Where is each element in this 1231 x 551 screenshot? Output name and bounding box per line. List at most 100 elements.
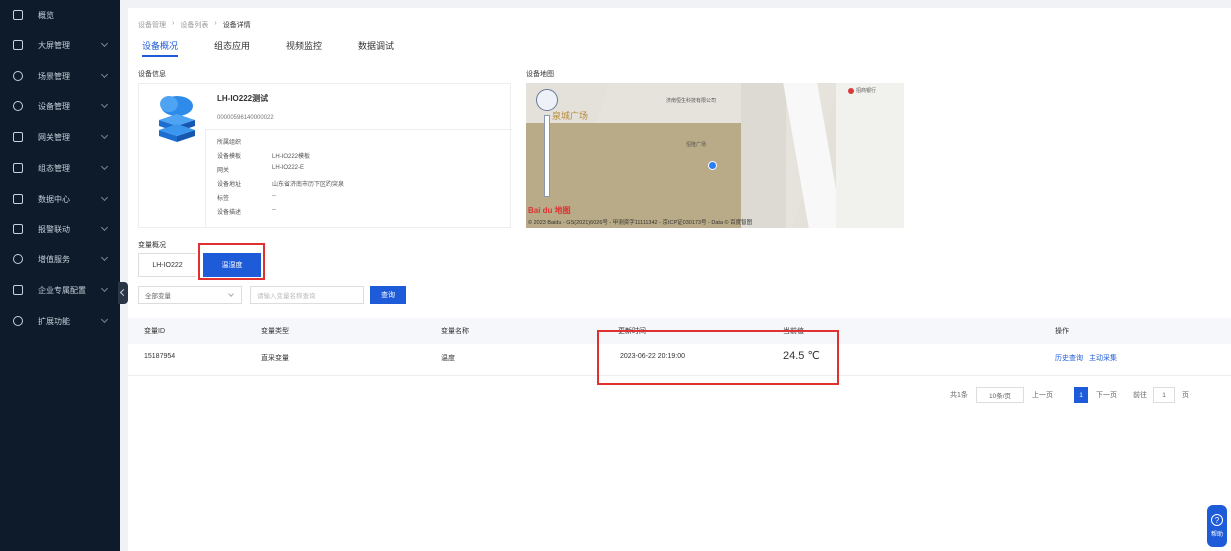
variable-device-chip[interactable]: LH-IO222 [138,253,196,277]
cell-type: 直采变量 [261,355,289,362]
enterprise-icon [13,285,23,295]
map-zoom-slider[interactable] [544,115,550,197]
chevron-down-icon [100,193,109,202]
sidebar-item-label: 扩展功能 [38,316,70,326]
sidebar-item-label: 数据中心 [38,194,70,204]
chevron-down-icon [100,39,109,48]
field-template: 设备模板 LH-IO222模板 [217,154,311,160]
tab-config-app[interactable]: 组态应用 [214,39,250,57]
alarm-icon [13,224,23,234]
chevron-down-icon [100,100,109,109]
goto-page-input[interactable]: 1 [1153,387,1175,403]
history-query-link[interactable]: 历史查询 [1055,353,1083,363]
cloud-device-icon [159,96,195,142]
breadcrumb-current: 设备详情 [222,22,251,29]
prev-page-button[interactable]: 上一页 [1032,387,1053,403]
breadcrumb: 设备管理 › 设备列表 › 设备详情 [138,20,251,30]
sidebar-item-service[interactable]: 增值服务 [0,250,120,268]
sidebar-item-gateway[interactable]: 网关管理 [0,128,120,146]
highlight-box [198,243,265,280]
divider [205,129,512,130]
map-poi-label: 济南恒生科技有限公司 [666,98,717,104]
tab-device-overview[interactable]: 设备概况 [142,39,179,57]
variable-type-select[interactable]: 全部变量 [138,286,242,304]
sidebar-item-label: 设备管理 [38,101,70,111]
sidebar-item-label: 场景管理 [38,71,70,81]
chevron-down-icon [100,223,109,232]
device-map-title: 设备地图 [526,71,554,78]
device-location-marker[interactable] [708,161,717,170]
search-button[interactable]: 查询 [370,286,406,304]
help-button[interactable]: ? 帮助 [1207,505,1227,547]
variable-search-input[interactable]: 请输入变量名称查询 [250,286,364,304]
monitor-icon [13,10,23,20]
chevron-down-icon [100,131,109,140]
field-tags: 标签 -- [217,193,276,202]
highlight-box [597,330,839,385]
main-panel: 设备管理 › 设备列表 › 设备详情 设备概况 组态应用 视频监控 数据调试 设… [128,8,1231,551]
goto-value: 1 [1162,391,1166,399]
chart-icon [13,194,23,204]
field-gateway: 网关 LH-IO222-E [217,165,305,174]
column-header-type: 变量类型 [261,328,289,335]
breadcrumb-separator: › [172,20,175,27]
next-page-button[interactable]: 下一页 [1096,387,1117,403]
sidebar-item-data-center[interactable]: 数据中心 [0,190,120,208]
map-pan-control[interactable] [536,89,558,111]
device-info-title: 设备信息 [138,71,166,78]
sidebar-item-device[interactable]: 设备管理 [0,97,120,115]
variable-overview-title: 变量概况 [138,242,166,249]
sidebar-item-overview[interactable]: 概览 [0,6,120,24]
chevron-down-icon [100,315,109,324]
sidebar-item-label: 增值服务 [38,254,70,264]
map-area [741,83,786,228]
column-header-id: 变量ID [144,328,165,335]
sidebar-item-label: 概览 [38,10,54,20]
divider [205,129,206,228]
sidebar-item-extend[interactable]: 扩展功能 [0,312,120,330]
sidebar-item-screen[interactable]: 大屏管理 [0,36,120,54]
baidu-map-logo: Bai du 地图 [528,206,571,215]
chevron-down-icon [100,284,109,293]
page-number-current[interactable]: 1 [1074,387,1088,403]
field-org: 所属组织 [217,140,242,146]
sidebar-collapse-button[interactable] [118,282,128,304]
sidebar-item-enterprise[interactable]: 企业专属配置 [0,281,120,299]
chevron-down-icon [100,253,109,262]
field-address: 设备地址 山东省济南市历下区趵突泉 [217,182,345,188]
screen-icon [13,40,23,50]
gateway-icon [13,132,23,142]
tab-data-debug[interactable]: 数据调试 [358,39,394,57]
chevron-down-icon [100,70,109,79]
scene-icon [13,71,23,81]
breadcrumb-separator: › [214,20,217,27]
sidebar: 概览 大屏管理 场景管理 设备管理 网关管理 组态管理 数据中心 报警联动 增值… [0,0,120,551]
sidebar-item-label: 报警联动 [38,224,70,234]
active-collect-link[interactable]: 主动采集 [1089,353,1117,363]
device-name: LH-IO222测试 [217,94,269,103]
sidebar-item-config[interactable]: 组态管理 [0,159,120,177]
tab-video-monitor[interactable]: 视频监控 [286,39,322,57]
page-size-value: 10条/页 [988,393,1012,400]
breadcrumb-item[interactable]: 设备列表 [180,20,208,30]
device-icon [13,101,23,111]
breadcrumb-item[interactable]: 设备管理 [138,20,166,30]
help-label: 帮助 [1210,532,1223,538]
column-header-name: 变量名称 [441,328,469,335]
select-value: 全部变量 [145,293,171,300]
cell-name: 温度 [441,355,455,362]
chevron-down-icon [228,291,234,297]
sidebar-item-scene[interactable]: 场景管理 [0,67,120,85]
map-poi-icon [848,88,854,94]
device-info-card: LH-IO222测试 00000596140000022 所属组织 设备模板 LH… [138,83,512,228]
cell-id: 15187954 [144,353,176,360]
sidebar-item-alarm[interactable]: 报警联动 [0,220,120,238]
map-road [836,83,904,228]
sidebar-item-label: 组态管理 [38,163,70,173]
extend-icon [13,316,23,326]
sidebar-item-label: 大屏管理 [38,40,70,50]
page-size-select[interactable]: 10条/页 [976,387,1024,403]
map-copyright: © 2023 Baidu - GS(2021)6026号 - 甲测资字11111… [528,220,753,226]
device-map[interactable]: 泉城广场 济南恒生科技有限公司 招商银行 恒隆广场 Bai du 地图 © 20… [526,83,904,228]
sidebar-item-label: 网关管理 [38,132,70,142]
